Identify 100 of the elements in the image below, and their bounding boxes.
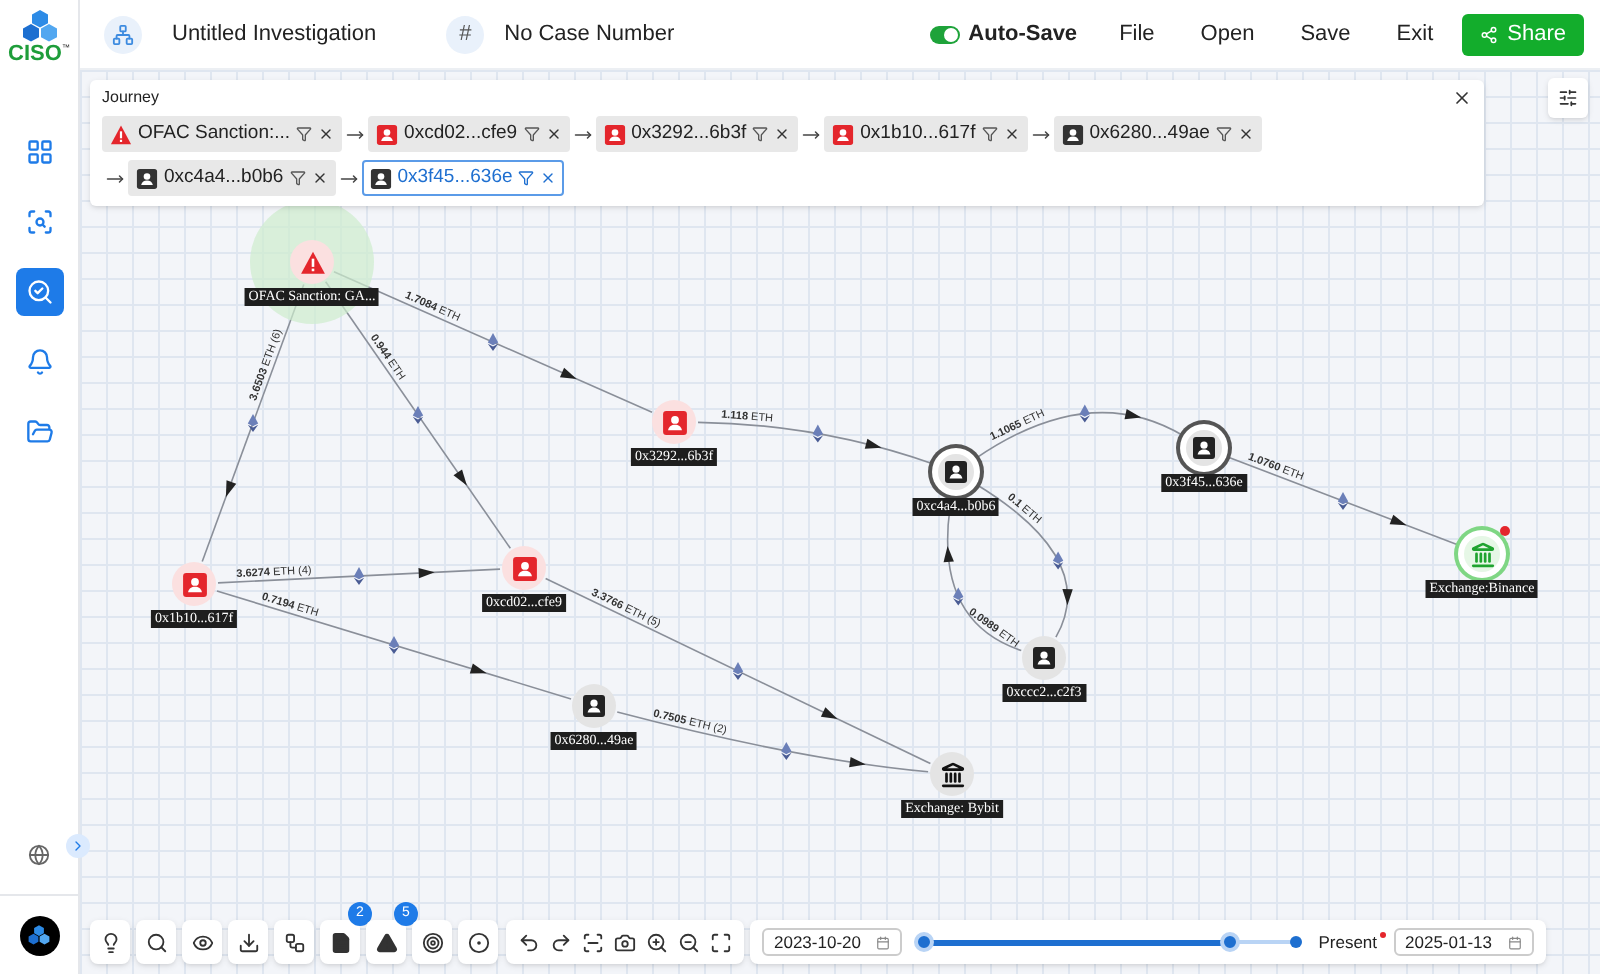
menu-item[interactable]: Save bbox=[1300, 17, 1351, 51]
person-icon bbox=[369, 167, 392, 189]
menu-item[interactable]: Open bbox=[1200, 17, 1255, 51]
case-number[interactable]: No Case Number bbox=[504, 17, 675, 51]
chip-label: 0x6280...49ae bbox=[1089, 119, 1210, 148]
auto-save-toggle[interactable] bbox=[930, 25, 961, 43]
journey-chip[interactable]: 0x3f45...636e bbox=[361, 160, 565, 196]
logo-text: CISO bbox=[8, 44, 62, 66]
focus-icon[interactable] bbox=[582, 931, 604, 953]
hint-button[interactable] bbox=[90, 920, 130, 964]
remove-icon[interactable] bbox=[1003, 126, 1020, 142]
journey-chip[interactable]: OFAC Sanction:... bbox=[102, 116, 343, 152]
sidebar-item[interactable] bbox=[15, 268, 63, 316]
person-icon bbox=[181, 571, 207, 597]
journey-chip[interactable]: 0xcd02...cfe9 bbox=[368, 116, 570, 152]
chip-label: 0x1b10...617f bbox=[860, 119, 976, 148]
remove-icon[interactable] bbox=[540, 170, 557, 186]
ether-icon bbox=[812, 424, 824, 443]
menu-item[interactable]: File bbox=[1119, 17, 1155, 51]
ether-icon bbox=[388, 636, 400, 654]
start-date-field[interactable]: 2023-10-20 bbox=[762, 928, 903, 956]
arrow-icon bbox=[339, 169, 358, 187]
cubes-logo-icon bbox=[21, 8, 57, 44]
slider-thumb[interactable] bbox=[914, 932, 935, 952]
arrow-icon bbox=[802, 125, 821, 143]
ether-icon bbox=[412, 406, 424, 424]
target-icon bbox=[421, 931, 443, 953]
chip-label: 0xcd02...cfe9 bbox=[404, 119, 518, 148]
graph-canvas[interactable] bbox=[80, 70, 1600, 974]
graph-node[interactable] bbox=[934, 450, 978, 494]
download-icon bbox=[237, 931, 259, 953]
graph-node[interactable] bbox=[1022, 636, 1066, 680]
arrow-icon bbox=[573, 125, 592, 143]
person-icon bbox=[376, 123, 399, 145]
investigate-icon bbox=[25, 278, 53, 306]
ether-icon bbox=[781, 741, 792, 760]
view-button[interactable] bbox=[182, 920, 222, 964]
graph-node[interactable] bbox=[172, 562, 216, 606]
explore-icon bbox=[25, 208, 53, 236]
graph-node[interactable] bbox=[1460, 532, 1504, 576]
journey-chip[interactable]: 0xc4a4...b0b6 bbox=[128, 160, 336, 196]
end-date-field[interactable]: 2025-01-13 bbox=[1393, 928, 1534, 956]
chip-label: OFAC Sanction:... bbox=[138, 119, 291, 148]
bank-icon bbox=[1469, 541, 1495, 567]
settings-button[interactable] bbox=[1548, 78, 1588, 118]
hash-symbol: # bbox=[446, 15, 485, 53]
user-avatar[interactable] bbox=[19, 915, 59, 955]
time-slider[interactable] bbox=[914, 932, 1307, 952]
share-icon bbox=[1479, 25, 1498, 43]
alerts-icon bbox=[25, 348, 53, 376]
download-button[interactable] bbox=[228, 920, 268, 964]
graph-node[interactable] bbox=[1182, 426, 1226, 470]
graph-node[interactable] bbox=[652, 400, 696, 444]
layout-icon bbox=[283, 931, 305, 953]
remove-icon[interactable] bbox=[311, 170, 328, 186]
arrow-icon bbox=[346, 125, 365, 143]
reports-button[interactable] bbox=[320, 920, 360, 964]
person-icon bbox=[661, 409, 687, 435]
cubes-icon bbox=[28, 924, 50, 946]
person-icon bbox=[1061, 123, 1084, 145]
warning-icon bbox=[110, 123, 132, 145]
ether-icon bbox=[247, 414, 259, 432]
globe-icon[interactable] bbox=[28, 844, 50, 866]
graph-node[interactable] bbox=[572, 684, 616, 728]
camera-icon[interactable] bbox=[614, 931, 636, 953]
menu-item[interactable]: Exit bbox=[1396, 17, 1434, 51]
remove-icon[interactable] bbox=[774, 126, 791, 142]
graph-node[interactable] bbox=[502, 546, 546, 590]
zoomin-icon[interactable] bbox=[646, 931, 668, 953]
search-button[interactable] bbox=[136, 920, 176, 964]
person-icon bbox=[944, 460, 968, 484]
undo-icon[interactable] bbox=[518, 931, 540, 953]
remove-icon[interactable] bbox=[1237, 126, 1254, 142]
journey-chip[interactable]: 0x1b10...617f bbox=[824, 116, 1028, 152]
ether-icon bbox=[953, 587, 964, 606]
journey-chip[interactable]: 0x6280...49ae bbox=[1053, 116, 1262, 152]
fullscreen-icon[interactable] bbox=[710, 931, 732, 953]
remove-icon[interactable] bbox=[318, 126, 335, 142]
reports-icon bbox=[329, 931, 351, 953]
close-icon[interactable] bbox=[1452, 88, 1472, 108]
cases-icon bbox=[25, 418, 53, 446]
journey-chip[interactable]: 0x3292...6b3f bbox=[595, 116, 799, 152]
layout-button[interactable] bbox=[274, 920, 314, 964]
chip-label: 0x3f45...636e bbox=[397, 163, 513, 192]
sliders-icon bbox=[1558, 88, 1578, 108]
redo-icon[interactable] bbox=[550, 931, 572, 953]
chip-label: 0x3292...6b3f bbox=[631, 119, 747, 148]
search-icon bbox=[145, 931, 167, 953]
graph-node[interactable] bbox=[930, 752, 974, 796]
warnings-button[interactable] bbox=[366, 920, 406, 964]
target-button[interactable] bbox=[412, 920, 452, 964]
person-icon bbox=[1032, 646, 1056, 670]
grid-icon bbox=[25, 138, 53, 166]
slider-thumb[interactable] bbox=[1219, 932, 1240, 952]
person-icon bbox=[511, 555, 537, 581]
ether-icon bbox=[353, 567, 365, 585]
investigation-title[interactable]: Untitled Investigation bbox=[172, 17, 377, 51]
zoomout-icon[interactable] bbox=[678, 931, 700, 953]
person-icon bbox=[582, 694, 606, 718]
remove-icon[interactable] bbox=[545, 126, 562, 142]
